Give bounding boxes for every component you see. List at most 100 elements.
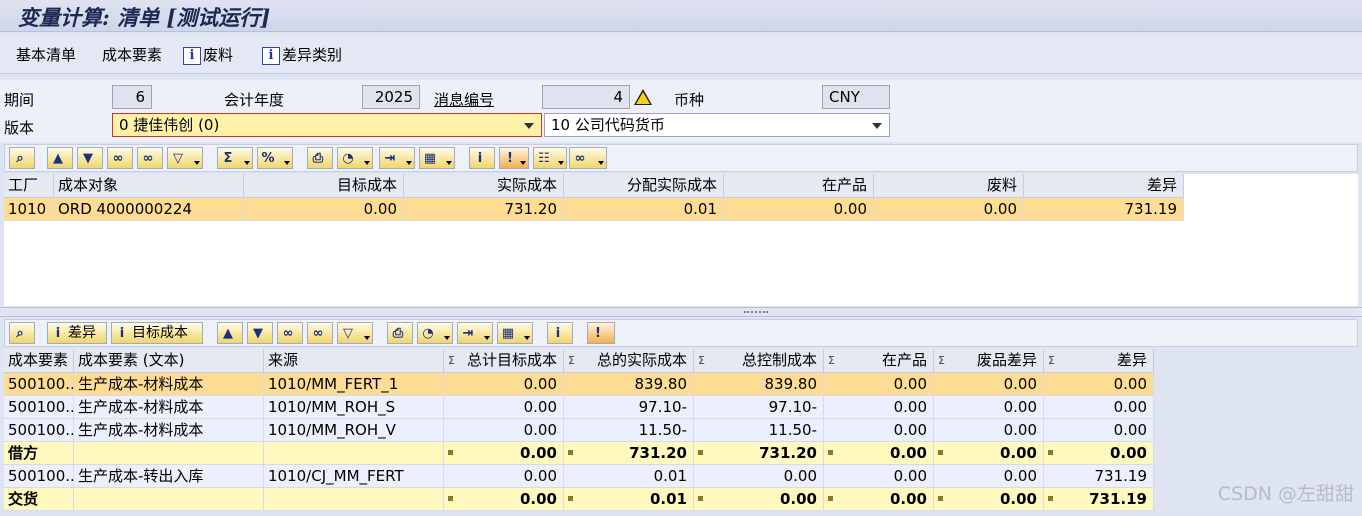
find-next-button[interactable]: ∞ [307, 322, 333, 344]
details-button[interactable]: ⌕ [9, 322, 35, 344]
sort-ascending-button[interactable]: ▲ [217, 322, 243, 344]
table-cell[interactable]: 731.19 [1044, 488, 1154, 511]
info-button[interactable]: i [547, 322, 573, 344]
table-cell[interactable]: 1010/MM_FERT_1 [264, 373, 444, 396]
table-cell[interactable]: ORD 4000000224 [54, 198, 244, 221]
filter-button[interactable]: ▽ [337, 322, 373, 344]
column-header[interactable]: Σ 总的实际成本 [564, 349, 694, 373]
column-header[interactable]: 差异 [1024, 174, 1184, 198]
table-cell[interactable]: 500100... [4, 373, 74, 396]
table-cell[interactable]: 0.00 [824, 488, 934, 511]
currency-type-select[interactable]: 10 公司代码货币 [544, 113, 890, 137]
table-cell[interactable]: 0.01 [564, 198, 724, 221]
table-cell[interactable]: 交货 [4, 488, 74, 511]
table-cell[interactable]: 生产成本-材料成本 [74, 396, 264, 419]
table-cell[interactable]: 839.80 [564, 373, 694, 396]
views-button[interactable]: ◔ [417, 322, 453, 344]
table-cell[interactable]: 0.00 [934, 419, 1044, 442]
table-cell[interactable] [74, 488, 264, 511]
details-button[interactable]: ⌕ [9, 147, 35, 169]
table-cell[interactable]: 1010/MM_ROH_V [264, 419, 444, 442]
filter-button[interactable]: ▽ [167, 147, 203, 169]
column-header[interactable]: 在产品 [724, 174, 874, 198]
table-cell[interactable]: 0.00 [244, 198, 404, 221]
table-cell[interactable]: 0.00 [934, 442, 1044, 465]
table-cell[interactable]: 500100... [4, 419, 74, 442]
message-no-label[interactable]: 消息编号 [434, 89, 494, 110]
table-cell[interactable]: 0.00 [444, 488, 564, 511]
column-header[interactable]: 成本对象 [54, 174, 244, 198]
menu-cost-elements[interactable]: 成本要素 [102, 44, 162, 65]
fiscal-year-field[interactable]: 2025 [362, 85, 420, 109]
menu-variance-categories[interactable]: i 差异类别 [262, 44, 342, 65]
table-cell[interactable]: 731.19 [1024, 198, 1184, 221]
table-cell[interactable]: 0.00 [444, 465, 564, 488]
table-cell[interactable]: 0.00 [934, 488, 1044, 511]
table-cell[interactable]: 0.00 [444, 419, 564, 442]
table-cell[interactable]: 1010/MM_ROH_S [264, 396, 444, 419]
table-cell[interactable]: 0.00 [1044, 396, 1154, 419]
table-cell[interactable]: 0.00 [824, 419, 934, 442]
table-cell[interactable]: 0.00 [874, 198, 1024, 221]
table-cell[interactable] [264, 488, 444, 511]
table-cell[interactable]: 0.00 [934, 396, 1044, 419]
column-header[interactable]: 废料 [874, 174, 1024, 198]
message-no-field[interactable]: 4 [542, 85, 630, 109]
table-cell[interactable]: 0.00 [824, 373, 934, 396]
print-button[interactable]: ⎙ [387, 322, 413, 344]
table-cell[interactable]: 839.80 [694, 373, 824, 396]
find-button[interactable]: ∞ [277, 322, 303, 344]
table-cell[interactable]: 0.00 [694, 465, 824, 488]
column-header[interactable]: Σ 总计目标成本 [444, 349, 564, 373]
table-cell[interactable]: 生产成本-转出入库 [74, 465, 264, 488]
column-header[interactable]: 目标成本 [244, 174, 404, 198]
splitter-grip-icon[interactable] [744, 311, 768, 314]
table-cell[interactable] [74, 442, 264, 465]
views-button[interactable]: ◔ [337, 147, 373, 169]
find-next-button[interactable]: ∞ [137, 147, 163, 169]
version-select[interactable]: 0 捷佳伟创 (0) [112, 113, 542, 137]
messages-button[interactable]: ! [587, 322, 615, 344]
variance-button[interactable]: i 差异 [47, 322, 107, 344]
column-header[interactable]: 实际成本 [404, 174, 564, 198]
glasses-button[interactable]: ∞ [569, 147, 607, 169]
table-cell[interactable]: 0.00 [824, 465, 934, 488]
menu-basic-list[interactable]: 基本清单 [16, 44, 76, 65]
warning-triangle-icon[interactable] [634, 89, 652, 105]
layout-button[interactable]: ▦ [419, 147, 455, 169]
table-cell[interactable]: 0.00 [694, 488, 824, 511]
print-button[interactable]: ⎙ [307, 147, 333, 169]
table-cell[interactable]: 97.10- [564, 396, 694, 419]
column-header[interactable]: 成本要素 (文本) [74, 349, 264, 373]
table-cell[interactable]: 0.00 [1044, 419, 1154, 442]
table-cell[interactable]: 借方 [4, 442, 74, 465]
layout-button[interactable]: ▦ [497, 322, 533, 344]
table-cell[interactable]: 97.10- [694, 396, 824, 419]
subtotal-button[interactable]: % [257, 147, 293, 169]
table-cell[interactable]: 0.00 [824, 396, 934, 419]
table-cell[interactable]: 生产成本-材料成本 [74, 373, 264, 396]
table-cell[interactable]: 731.20 [404, 198, 564, 221]
hierarchy-button[interactable]: ☷ [533, 147, 567, 169]
sort-descending-button[interactable]: ▼ [247, 322, 273, 344]
currency-field[interactable]: CNY [822, 85, 890, 109]
sort-ascending-button[interactable]: ▲ [47, 147, 73, 169]
column-header[interactable]: 成本要素 [4, 349, 74, 373]
table-cell[interactable]: 0.00 [1044, 442, 1154, 465]
period-field[interactable]: 6 [112, 85, 152, 109]
column-header[interactable]: 工厂 [4, 174, 54, 198]
table-cell[interactable]: 0.01 [564, 488, 694, 511]
table-cell[interactable]: 0.00 [444, 373, 564, 396]
table-cell[interactable] [264, 442, 444, 465]
total-button[interactable]: Σ [217, 147, 253, 169]
column-header[interactable]: 来源 [264, 349, 444, 373]
info-button[interactable]: i [469, 147, 495, 169]
column-header[interactable]: 分配实际成本 [564, 174, 724, 198]
table-cell[interactable]: 1010/CJ_MM_FERT [264, 465, 444, 488]
table-cell[interactable]: 0.00 [444, 396, 564, 419]
table-cell[interactable]: 0.01 [564, 465, 694, 488]
table-cell[interactable]: 0.00 [934, 465, 1044, 488]
chevron-down-icon[interactable] [872, 123, 882, 129]
table-cell[interactable]: 731.20 [564, 442, 694, 465]
column-header[interactable]: Σ 差异 [1044, 349, 1154, 373]
